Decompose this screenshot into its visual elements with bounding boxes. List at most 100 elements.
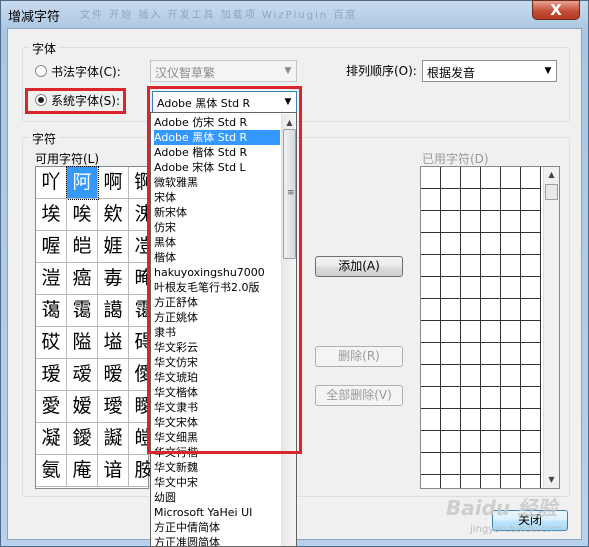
used-char-cell[interactable] <box>521 211 541 233</box>
used-char-cell[interactable] <box>441 321 461 343</box>
used-char-cell[interactable] <box>501 365 521 387</box>
used-char-cell[interactable] <box>461 365 481 387</box>
used-char-cell[interactable] <box>521 409 541 431</box>
used-char-cell[interactable] <box>521 453 541 475</box>
char-cell[interactable]: 瑷 <box>36 359 67 391</box>
char-cell[interactable]: 谙 <box>98 455 129 487</box>
char-cell[interactable]: 隘 <box>67 327 98 359</box>
used-char-cell[interactable] <box>421 255 441 277</box>
used-char-cell[interactable] <box>421 189 441 211</box>
used-char-cell[interactable] <box>481 189 501 211</box>
add-button[interactable]: 添加(A) <box>315 256 403 277</box>
char-cell[interactable]: 暧 <box>98 359 129 391</box>
char-cell[interactable]: 璦 <box>98 391 129 423</box>
used-char-cell[interactable] <box>441 431 461 453</box>
font-option[interactable]: 华文新魏 <box>154 460 280 475</box>
char-cell[interactable]: 唉 <box>67 199 98 231</box>
used-char-cell[interactable] <box>461 387 481 409</box>
used-char-cell[interactable] <box>521 365 541 387</box>
char-cell[interactable]: 欸 <box>98 199 129 231</box>
used-char-cell[interactable] <box>481 365 501 387</box>
used-char-cell[interactable] <box>461 321 481 343</box>
used-char-cell[interactable] <box>481 321 501 343</box>
used-char-cell[interactable] <box>461 453 481 475</box>
used-char-cell[interactable] <box>421 409 441 431</box>
used-char-cell[interactable] <box>421 365 441 387</box>
used-char-cell[interactable] <box>521 475 541 488</box>
char-cell[interactable]: 塧 <box>98 327 129 359</box>
available-chars-grid[interactable]: 吖阿啊锕埃唉欸溾喔皑娾凒溰癌毐晻蔼霭譪霭砹隘塧碍瑷叆暧僾愛嫒璦瞹凝鑀譺皚氨庵谙胺 <box>35 166 160 489</box>
used-char-cell[interactable] <box>441 343 461 365</box>
used-char-cell[interactable] <box>441 233 461 255</box>
used-char-cell[interactable] <box>521 167 541 189</box>
used-char-cell[interactable] <box>501 409 521 431</box>
calligraphy-radio-label[interactable]: 书法字体(C): <box>51 63 121 80</box>
char-cell[interactable]: 叆 <box>67 359 98 391</box>
used-char-cell[interactable] <box>461 167 481 189</box>
used-char-cell[interactable] <box>521 277 541 299</box>
used-char-cell[interactable] <box>501 211 521 233</box>
font-option[interactable]: 幼圆 <box>154 490 280 505</box>
used-char-cell[interactable] <box>501 475 521 488</box>
used-char-cell[interactable] <box>501 277 521 299</box>
used-char-cell[interactable] <box>421 475 441 488</box>
used-char-cell[interactable] <box>441 277 461 299</box>
used-char-cell[interactable] <box>461 233 481 255</box>
scroll-up-icon[interactable]: ▲ <box>545 168 558 181</box>
used-char-cell[interactable] <box>421 453 441 475</box>
char-cell[interactable]: 埃 <box>36 199 67 231</box>
char-cell[interactable]: 愛 <box>36 391 67 423</box>
used-char-cell[interactable] <box>441 475 461 488</box>
used-char-cell[interactable] <box>501 299 521 321</box>
char-cell[interactable]: 嫒 <box>67 391 98 423</box>
used-char-cell[interactable] <box>421 211 441 233</box>
used-char-cell[interactable] <box>481 211 501 233</box>
system-font-radio[interactable] <box>35 94 47 106</box>
calligraphy-radio[interactable] <box>35 65 47 77</box>
used-char-cell[interactable] <box>501 387 521 409</box>
used-char-cell[interactable] <box>501 343 521 365</box>
font-option[interactable]: 方正准圆简体 <box>154 535 280 546</box>
used-char-cell[interactable] <box>461 211 481 233</box>
used-char-cell[interactable] <box>501 167 521 189</box>
char-cell[interactable]: 砹 <box>36 327 67 359</box>
used-char-cell[interactable] <box>501 233 521 255</box>
used-chars-grid[interactable] <box>420 166 560 489</box>
scroll-down-icon[interactable]: ▼ <box>545 473 558 486</box>
used-char-cell[interactable] <box>481 387 501 409</box>
char-cell[interactable]: 氨 <box>36 455 67 487</box>
used-char-cell[interactable] <box>441 365 461 387</box>
used-char-cell[interactable] <box>441 453 461 475</box>
char-cell[interactable]: 阿 <box>66 166 99 200</box>
used-char-cell[interactable] <box>481 299 501 321</box>
used-char-cell[interactable] <box>441 211 461 233</box>
used-chars-scrollbar[interactable]: ▲ ▼ <box>543 167 559 488</box>
used-char-cell[interactable] <box>461 299 481 321</box>
used-char-cell[interactable] <box>461 475 481 488</box>
used-char-cell[interactable] <box>481 343 501 365</box>
char-cell[interactable]: 毐 <box>98 263 129 295</box>
used-char-cell[interactable] <box>421 277 441 299</box>
used-char-cell[interactable] <box>521 387 541 409</box>
used-char-cell[interactable] <box>441 299 461 321</box>
used-char-cell[interactable] <box>481 277 501 299</box>
used-char-cell[interactable] <box>501 453 521 475</box>
char-cell[interactable]: 溰 <box>36 263 67 295</box>
char-cell[interactable]: 啊 <box>98 167 129 199</box>
char-cell[interactable]: 吖 <box>36 167 67 199</box>
window-close-button[interactable]: X <box>532 0 580 20</box>
used-char-cell[interactable] <box>461 409 481 431</box>
used-char-cell[interactable] <box>481 255 501 277</box>
char-cell[interactable]: 譪 <box>98 295 129 327</box>
char-cell[interactable]: 癌 <box>67 263 98 295</box>
used-char-cell[interactable] <box>441 409 461 431</box>
used-scroll-thumb[interactable] <box>545 184 558 200</box>
char-cell[interactable]: 鑀 <box>67 423 98 455</box>
char-cell[interactable]: 喔 <box>36 231 67 263</box>
char-cell[interactable]: 凝 <box>36 423 67 455</box>
system-font-radio-label[interactable]: 系统字体(S): <box>51 92 120 109</box>
font-option[interactable]: 华文中宋 <box>154 475 280 490</box>
used-char-cell[interactable] <box>521 233 541 255</box>
char-cell[interactable]: 霭 <box>67 295 98 327</box>
used-char-cell[interactable] <box>421 343 441 365</box>
